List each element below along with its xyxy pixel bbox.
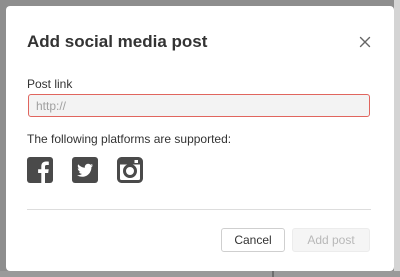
dialog-title: Add social media post [27,32,208,51]
supported-platforms-text: The following platforms are supported: [27,132,232,146]
close-icon[interactable] [356,33,374,51]
post-link-label: Post link [27,77,73,91]
backdrop-bottom [0,271,400,277]
cancel-button[interactable]: Cancel [221,228,285,252]
facebook-icon [27,157,53,183]
backdrop-panel [394,0,400,277]
post-link-input[interactable] [28,94,370,117]
add-social-post-dialog: Add social media post Post link The foll… [6,6,394,271]
footer-divider [27,209,371,210]
add-post-button[interactable]: Add post [292,228,370,252]
twitter-icon [72,157,98,183]
instagram-icon [117,157,143,183]
